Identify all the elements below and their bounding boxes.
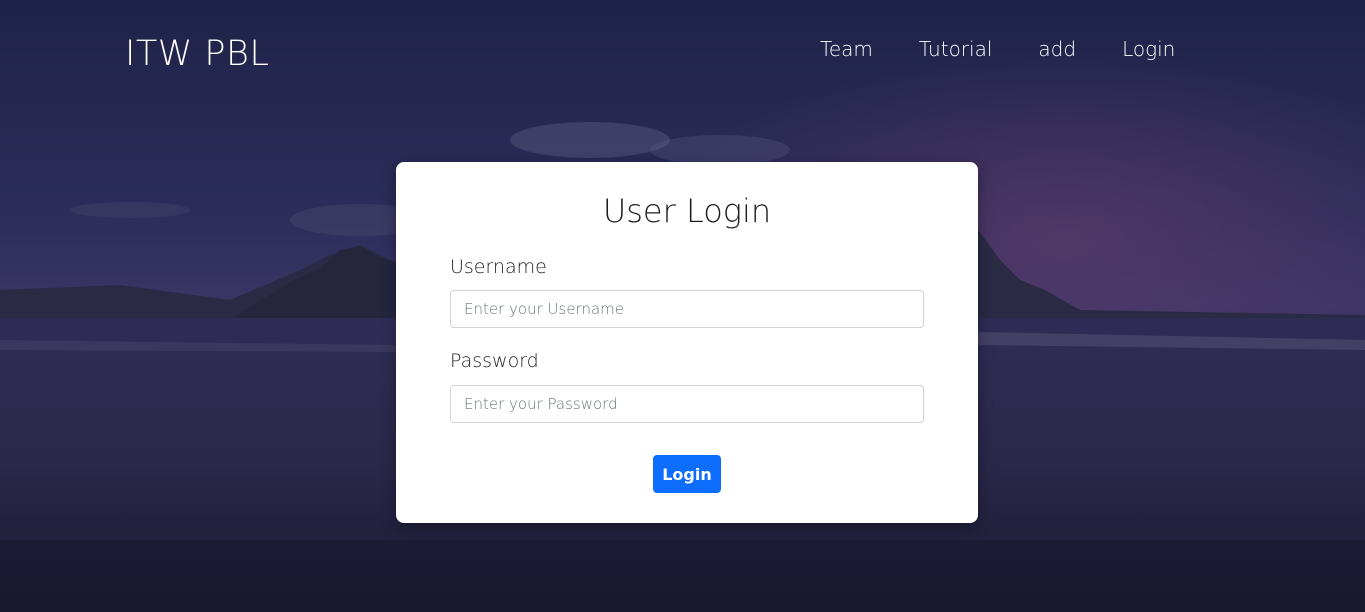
username-input[interactable]: [450, 290, 924, 328]
login-title: User Login: [602, 192, 772, 230]
login-card: User Login Username Password Login: [396, 162, 978, 523]
nav-add[interactable]: add: [1038, 37, 1076, 61]
brand-title[interactable]: ITW PBL: [125, 34, 269, 74]
username-label: Username: [450, 256, 547, 278]
nav-tutorial[interactable]: Tutorial: [919, 37, 993, 61]
nav-login[interactable]: Login: [1122, 37, 1175, 61]
password-input[interactable]: [450, 385, 924, 423]
password-label: Password: [450, 350, 539, 372]
nav-team[interactable]: Team: [820, 37, 873, 61]
login-button[interactable]: Login: [653, 455, 721, 493]
main-nav: Team Tutorial add Login: [820, 37, 1175, 61]
